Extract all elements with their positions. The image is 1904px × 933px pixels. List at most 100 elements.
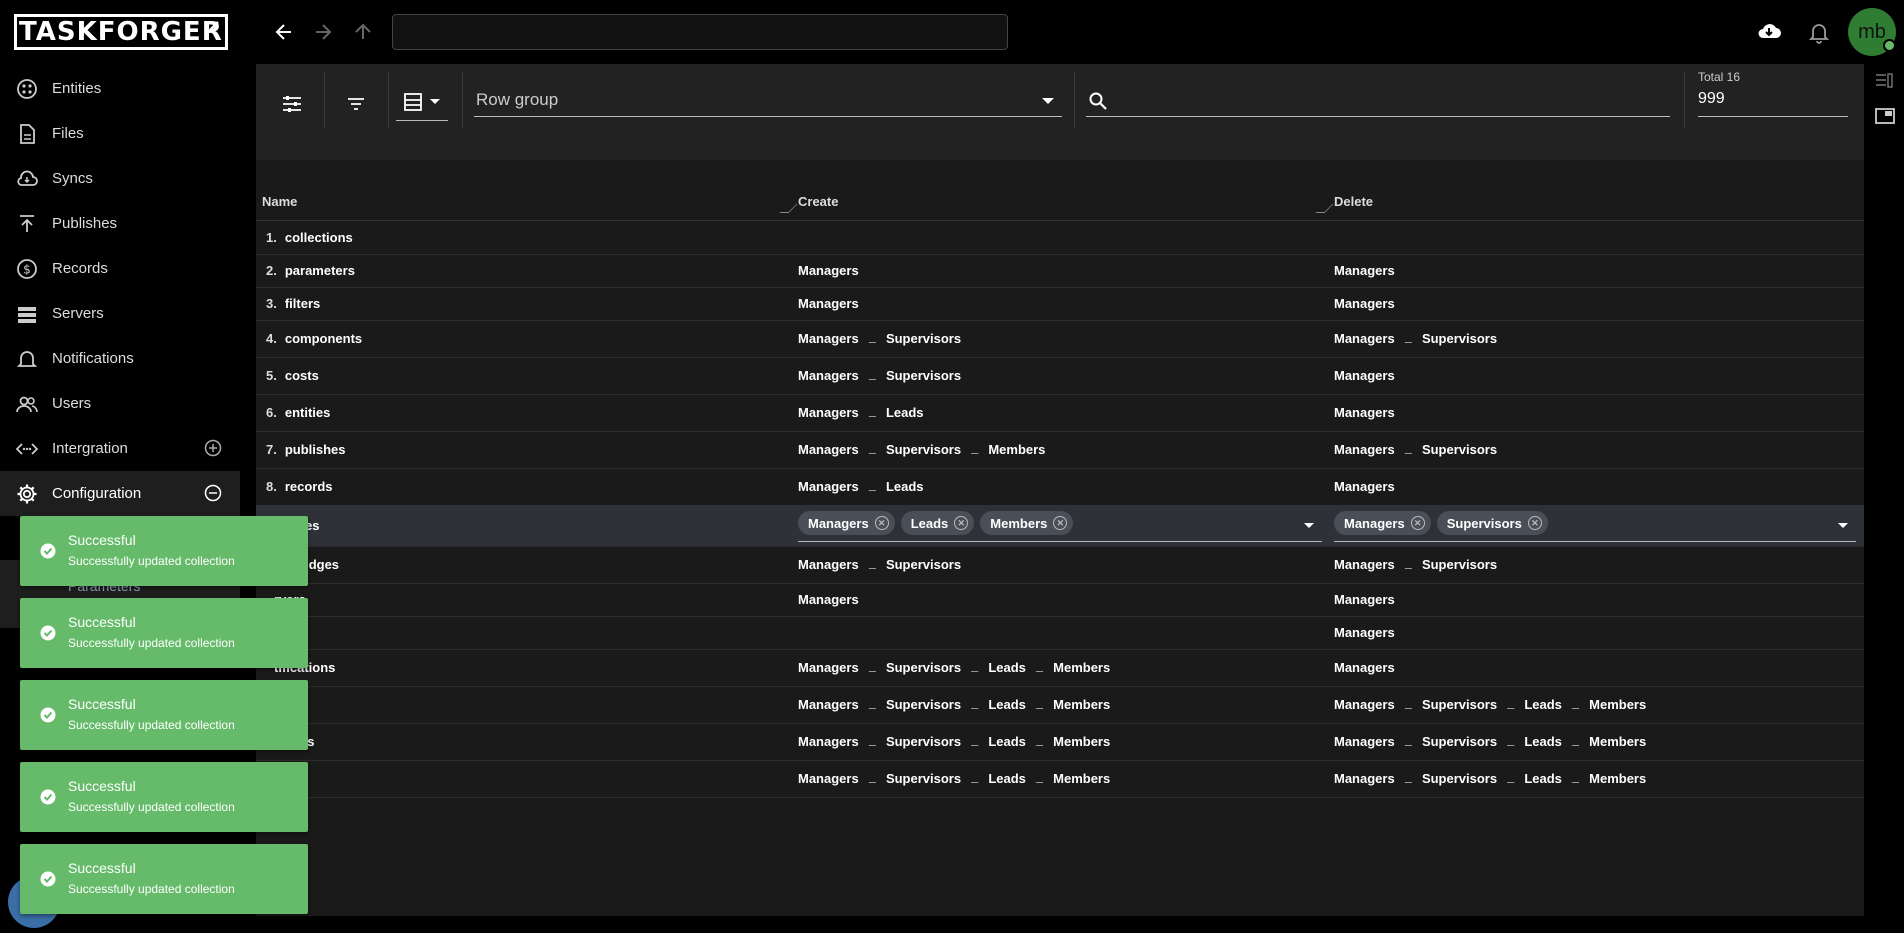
create-roles-select[interactable]: Managers ✕ Leads ✕ Members ✕ — [798, 511, 1322, 542]
create-roles-cell[interactable]: Managers – Supervisors – Leads – Members — [798, 660, 1110, 678]
view-mode-select[interactable] — [396, 84, 448, 121]
create-roles-cell[interactable]: Managers – Supervisors – Leads – Members — [798, 771, 1110, 789]
caret-down-icon[interactable] — [1304, 523, 1314, 528]
delete-roles-select[interactable]: Managers ✕ Supervisors ✕ — [1334, 511, 1856, 542]
column-resize-handle[interactable] — [779, 204, 798, 213]
delete-roles-cell[interactable]: Managers – Supervisors – Leads – Members — [1334, 771, 1646, 789]
name-cell[interactable]: 2. parameters — [266, 263, 355, 278]
table-row[interactable]: 4. components Managers – Supervisors Managers… — [256, 320, 1864, 358]
remove-circle-icon[interactable] — [204, 484, 222, 502]
role-chip[interactable]: Supervisors ✕ — [1436, 511, 1548, 535]
remove-chip-icon[interactable]: ✕ — [1410, 516, 1425, 530]
name-cell[interactable]: 4. components — [266, 331, 362, 346]
create-roles-cell[interactable]: Managers — [798, 296, 859, 311]
create-roles-cell[interactable]: Managers – Supervisors — [798, 331, 961, 349]
role-chip[interactable]: Managers ✕ — [798, 511, 895, 535]
table-row[interactable]: eueManagers–Supervisors–Leads–MembersMan… — [256, 760, 1864, 798]
create-roles-cell[interactable]: Managers – Leads — [798, 479, 924, 497]
delete-roles-cell[interactable]: Managers — [1334, 296, 1395, 311]
remove-chip-icon[interactable]: ✕ — [954, 516, 969, 530]
sidebar-item-integration[interactable]: Intergration — [0, 426, 240, 471]
sidebar-item-syncs[interactable]: Syncs — [0, 156, 240, 201]
delete-roles-cell[interactable]: Managers – Supervisors — [1334, 557, 1497, 575]
table-row[interactable]: tificationsManagers–Supervisors–Leads–Me… — [256, 649, 1864, 687]
table-row[interactable]: ersManagers — [256, 616, 1864, 650]
delete-roles-cell[interactable]: Managers — [1334, 625, 1395, 640]
create-roles-cell[interactable]: Managers – Supervisors — [798, 368, 961, 386]
delete-roles-cell[interactable]: Managers — [1334, 405, 1395, 420]
role-chip[interactable]: Managers ✕ — [1334, 511, 1431, 535]
table-row[interactable]: 7. publishes Managers – Supervisors – Members M… — [256, 431, 1864, 469]
side-panel-icon[interactable] — [1874, 72, 1894, 90]
success-toast[interactable]: Successful Successfully updated collectio… — [20, 680, 308, 750]
create-roles-cell[interactable]: Managers – Supervisors – Leads – Members — [798, 734, 1110, 752]
add-circle-icon[interactable] — [204, 439, 222, 457]
delete-roles-cell[interactable]: Managers – Supervisors – Leads – Members — [1334, 697, 1646, 715]
create-roles-cell[interactable]: Managers — [798, 263, 859, 278]
sidebar-item-publishes[interactable]: Publishes — [0, 201, 240, 246]
table-row[interactable]: rversManagersManagers — [256, 583, 1864, 617]
name-cell[interactable]: 8. records — [266, 479, 333, 494]
name-cell[interactable]: 3. filters — [266, 296, 320, 311]
table-row[interactable]: 5. costs Managers – Supervisors Managers — [256, 357, 1864, 395]
notifications-button[interactable] — [1808, 20, 1830, 49]
table-row[interactable]: esManagers–Supervisors–Leads–MembersMana… — [256, 686, 1864, 724]
role-chip[interactable]: Leads ✕ — [900, 511, 975, 535]
sidebar-item-users[interactable]: Users — [0, 381, 240, 426]
name-cell[interactable]: 6. entities — [266, 405, 330, 420]
sidebar-item-entities[interactable]: Entities — [0, 66, 240, 111]
remove-chip-icon[interactable]: ✕ — [1053, 516, 1068, 530]
column-header-delete[interactable]: Delete — [1334, 194, 1373, 209]
collapse-sidebar-button[interactable] — [205, 20, 225, 44]
delete-roles-cell[interactable]: Managers — [1334, 660, 1395, 675]
sidebar-item-records[interactable]: $ Records — [0, 246, 240, 291]
table-row[interactable]: 2. parameters Managers Managers — [256, 254, 1864, 288]
remove-chip-icon[interactable]: ✕ — [874, 516, 889, 530]
name-cell[interactable]: 5. costs — [266, 368, 319, 383]
table-row[interactable]: 6. entities Managers – Leads Managers — [256, 394, 1864, 432]
table-row[interactable]: 9.notesManagers✕Leads✕Members✕Managers✕S… — [256, 505, 1864, 547]
success-toast[interactable]: Successful Successfully updated collectio… — [20, 516, 308, 586]
path-input[interactable] — [392, 14, 1008, 50]
success-toast[interactable]: Successful Successfully updated collectio… — [20, 598, 308, 668]
table-row[interactable]: 8. records Managers – Leads Managers — [256, 468, 1864, 506]
create-roles-cell[interactable]: Managers – Supervisors – Leads – Members — [798, 697, 1110, 715]
success-toast[interactable]: Successful Successfully updated collectio… — [20, 844, 308, 914]
table-row[interactable]: 1. collections — [256, 221, 1864, 255]
back-button[interactable] — [270, 18, 298, 46]
delete-roles-cell[interactable]: Managers – Supervisors — [1334, 331, 1497, 349]
total-field[interactable]: Total 16 999 — [1698, 70, 1848, 117]
create-roles-cell[interactable]: Managers – Supervisors — [798, 557, 961, 575]
sidebar-item-notifications[interactable]: Notifications — [0, 336, 240, 381]
delete-roles-cell[interactable]: Managers — [1334, 592, 1395, 607]
up-button[interactable] — [349, 18, 377, 46]
create-roles-cell[interactable]: Managers – Supervisors – Members — [798, 442, 1045, 460]
table-row[interactable]: 3. filters Managers Managers — [256, 287, 1864, 321]
role-chip[interactable]: Members ✕ — [980, 511, 1074, 535]
delete-roles-cell[interactable]: Managers — [1334, 479, 1395, 494]
table-row[interactable]: 10.bridgesManagers–SupervisorsManagers–S… — [256, 546, 1864, 584]
sidebar-item-configuration[interactable]: Configuration — [0, 471, 240, 516]
delete-roles-cell[interactable]: Managers – Supervisors – Leads – Members — [1334, 734, 1646, 752]
columns-settings-button[interactable] — [268, 84, 316, 124]
column-header-create[interactable]: Create — [798, 194, 838, 209]
sidebar-item-servers[interactable]: Servers — [0, 291, 240, 336]
remove-chip-icon[interactable]: ✕ — [1527, 516, 1542, 530]
table-row[interactable]: 15.ncsManagers–Supervisors–Leads–Members… — [256, 723, 1864, 761]
caret-down-icon[interactable] — [1838, 523, 1848, 528]
search-input[interactable] — [1086, 84, 1670, 117]
delete-roles-cell[interactable]: Managers — [1334, 368, 1395, 383]
delete-roles-cell[interactable]: Managers – Supervisors — [1334, 442, 1497, 460]
sidebar-item-files[interactable]: Files — [0, 111, 240, 156]
column-resize-handle[interactable] — [1315, 204, 1334, 213]
page-size-value[interactable]: 999 — [1698, 90, 1848, 117]
filter-button[interactable] — [332, 84, 380, 124]
name-cell[interactable]: 1. collections — [266, 230, 353, 245]
create-roles-cell[interactable]: Managers — [798, 592, 859, 607]
cloud-sync-button[interactable] — [1756, 18, 1782, 49]
delete-roles-cell[interactable]: Managers — [1334, 263, 1395, 278]
create-roles-cell[interactable]: Managers – Leads — [798, 405, 924, 423]
row-group-select[interactable]: Row group — [474, 84, 1062, 117]
column-header-name[interactable]: Name — [262, 194, 297, 209]
window-icon[interactable] — [1874, 106, 1896, 126]
